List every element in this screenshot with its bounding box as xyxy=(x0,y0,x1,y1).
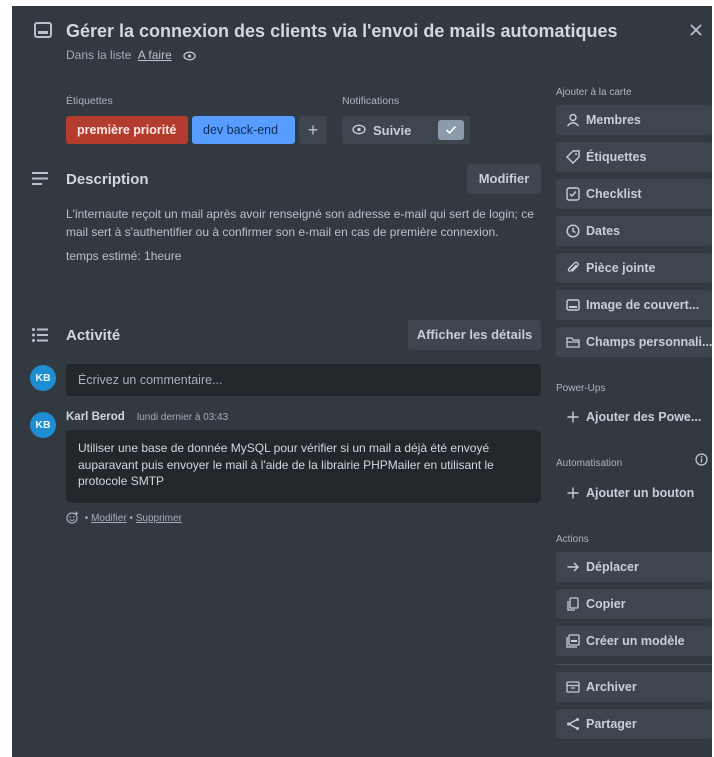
description-paragraph: L'internaute reçoit un mail après avoir … xyxy=(66,207,534,239)
close-icon xyxy=(690,24,702,36)
comment-author[interactable]: Karl Berod xyxy=(66,411,125,423)
add-button-button[interactable]: Ajouter un bouton xyxy=(556,478,712,508)
add-powerups-label: Ajouter des Powe... xyxy=(586,410,702,424)
dates-button[interactable]: Dates xyxy=(556,216,712,246)
automation-heading: Automatisation xyxy=(556,458,623,469)
activity-icon xyxy=(32,328,48,342)
labels-button[interactable]: Étiquettes xyxy=(556,142,712,172)
label-chip-priority[interactable]: première priorité xyxy=(66,116,188,144)
share-button[interactable]: Partager xyxy=(556,709,712,739)
show-details-button[interactable]: Afficher les détails xyxy=(408,320,541,350)
notifications-heading: Notifications xyxy=(342,95,400,107)
avatar[interactable]: KB xyxy=(30,365,56,391)
description-text[interactable]: L'internaute reçoit un mail après avoir … xyxy=(66,205,538,271)
dates-label: Dates xyxy=(586,224,621,238)
labels-heading: Étiquettes xyxy=(66,95,113,107)
edit-description-button[interactable]: Modifier xyxy=(467,164,541,194)
plus-icon xyxy=(566,410,580,424)
card-icon xyxy=(34,22,52,38)
checklist-icon xyxy=(566,187,580,201)
move-label: Déplacer xyxy=(586,560,639,574)
card-detail-modal: Gérer la connexion des clients via l'env… xyxy=(12,6,712,757)
description-heading: Description xyxy=(66,171,149,188)
custom-fields-label: Champs personnali... xyxy=(586,335,712,349)
person-icon xyxy=(566,113,580,127)
checklist-label: Checklist xyxy=(586,187,642,201)
comment-timestamp[interactable]: lundi dernier à 03:43 xyxy=(137,412,228,423)
custom-fields-icon xyxy=(566,335,580,349)
members-label: Membres xyxy=(586,113,641,127)
cover-button[interactable]: Image de couvert... xyxy=(556,290,712,320)
create-template-button[interactable]: Créer un modèle xyxy=(556,626,712,656)
in-list-prefix: Dans la liste xyxy=(66,48,132,62)
copy-icon xyxy=(566,597,580,611)
description-icon xyxy=(32,172,48,185)
card-title[interactable]: Gérer la connexion des clients via l'env… xyxy=(66,21,681,42)
edit-comment-link[interactable]: Modifier xyxy=(91,513,127,524)
info-icon[interactable] xyxy=(695,453,708,466)
checklist-button[interactable]: Checklist xyxy=(556,179,712,209)
activity-heading: Activité xyxy=(66,327,121,344)
archive-label: Archiver xyxy=(586,680,637,694)
eye-icon xyxy=(352,124,366,135)
add-to-card-heading: Ajouter à la carte xyxy=(556,87,632,98)
share-icon xyxy=(566,717,580,731)
move-button[interactable]: Déplacer xyxy=(556,552,712,582)
list-link[interactable]: A faire xyxy=(138,48,172,62)
delete-comment-link[interactable]: Supprimer xyxy=(136,513,182,524)
archive-button[interactable]: Archiver xyxy=(556,672,712,702)
watch-button[interactable]: Suivie xyxy=(342,116,470,144)
attachment-label: Pièce jointe xyxy=(586,261,656,275)
custom-fields-button[interactable]: Champs personnali... xyxy=(556,327,712,357)
labels-label: Étiquettes xyxy=(586,150,647,164)
add-powerups-button[interactable]: Ajouter des Powe... xyxy=(556,402,712,432)
separator: • xyxy=(84,513,89,524)
archive-icon xyxy=(566,680,580,694)
add-button-label: Ajouter un bouton xyxy=(586,486,695,500)
list-info: Dans la liste A faire xyxy=(66,48,196,64)
plus-icon xyxy=(566,486,580,500)
description-estimate: temps estimé: 1heure xyxy=(66,249,182,263)
template-icon xyxy=(566,634,580,648)
attachment-button[interactable]: Pièce jointe xyxy=(556,253,712,283)
comment-actions: • Modifier • Supprimer xyxy=(66,511,182,527)
copy-label: Copier xyxy=(586,597,626,611)
close-button[interactable] xyxy=(684,18,708,42)
share-label: Partager xyxy=(586,717,637,731)
comment-author-avatar[interactable]: KB xyxy=(30,412,56,438)
create-template-label: Créer un modèle xyxy=(586,634,685,648)
cover-icon xyxy=(566,298,580,312)
arrow-right-icon xyxy=(566,560,580,574)
add-reaction-icon[interactable] xyxy=(66,511,79,527)
actions-heading: Actions xyxy=(556,534,589,545)
label-chip-backend[interactable]: dev back-end xyxy=(192,116,295,144)
paperclip-icon xyxy=(566,261,580,275)
check-icon xyxy=(445,125,457,135)
powerups-heading: Power-Ups xyxy=(556,383,606,394)
sidebar-divider xyxy=(556,664,712,665)
separator: • xyxy=(129,513,133,524)
cover-label: Image de couvert... xyxy=(586,298,700,312)
add-label-button[interactable]: + xyxy=(299,116,327,144)
tag-icon xyxy=(566,150,580,164)
clock-icon xyxy=(566,224,580,238)
watch-checkbox[interactable] xyxy=(438,120,464,140)
watch-label: Suivie xyxy=(373,123,412,138)
copy-button[interactable]: Copier xyxy=(556,589,712,619)
eye-icon xyxy=(183,50,196,64)
members-button[interactable]: Membres xyxy=(556,105,712,135)
comment-input[interactable] xyxy=(66,364,541,396)
comment-text: Utiliser une base de donnée MySQL pour v… xyxy=(66,430,541,503)
